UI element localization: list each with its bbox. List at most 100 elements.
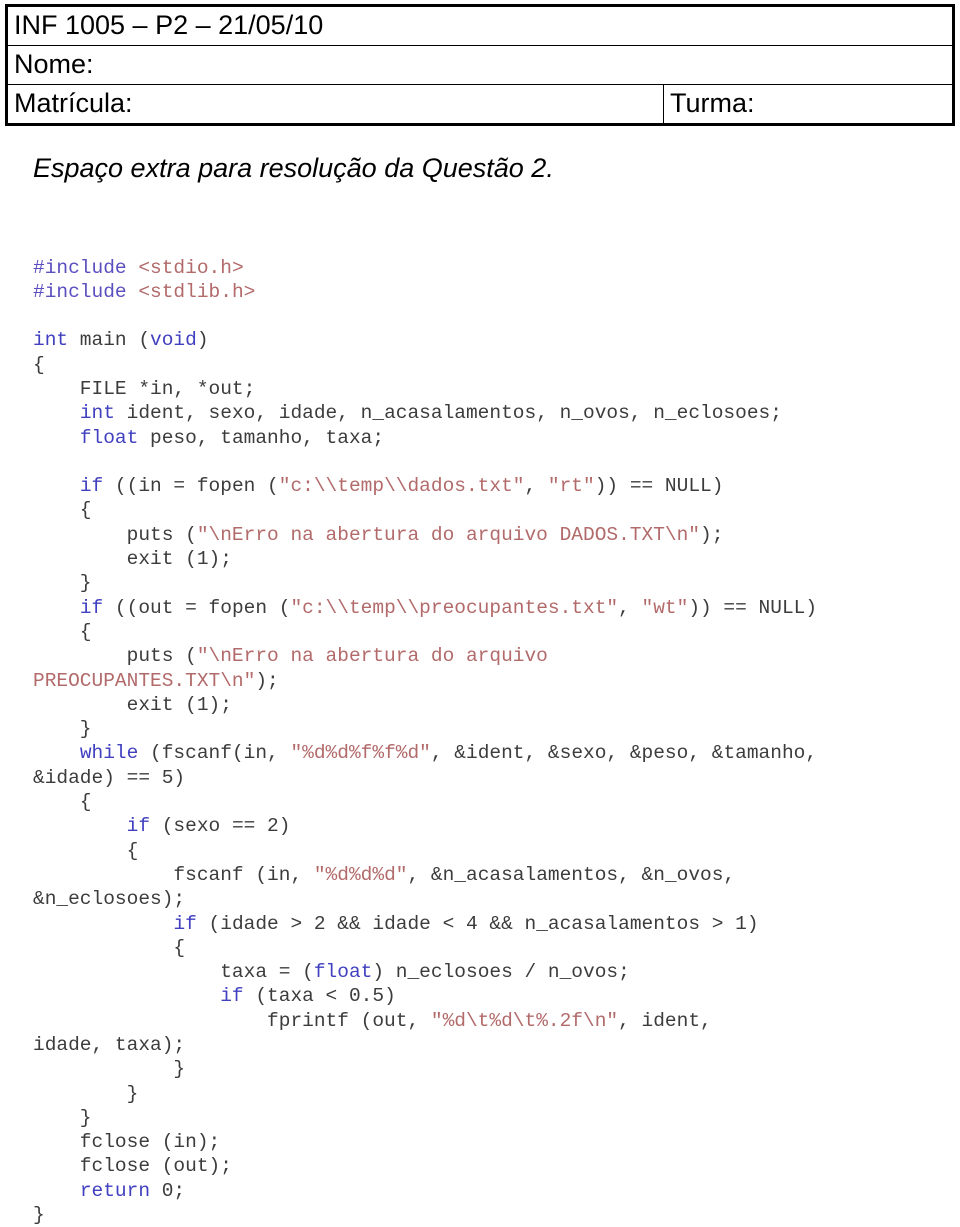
name-field-cell[interactable]: Nome: — [7, 46, 954, 85]
code-line: { — [33, 353, 953, 377]
code-token: } — [33, 1058, 185, 1080]
code-line: while (fscanf(in, "%d%d%f%f%d", &ident, … — [33, 741, 953, 765]
table-row-name: Nome: — [7, 46, 954, 85]
code-token: <stdio.h> — [138, 257, 243, 279]
code-token: while — [80, 742, 139, 764]
code-line: } — [33, 571, 953, 595]
code-token — [33, 597, 80, 619]
code-token: (fscanf(in, — [138, 742, 290, 764]
code-token: if — [173, 913, 196, 935]
code-token: int — [80, 402, 115, 424]
code-token: idade, taxa); — [33, 1034, 185, 1056]
code-token: "\nErro na abertura do arquivo DADOS.TXT… — [197, 524, 700, 546]
code-token: "%d%d%d" — [314, 864, 408, 886]
code-line: } — [33, 1082, 953, 1106]
code-line: fscanf (in, "%d%d%d", &n_acasalamentos, … — [33, 863, 953, 887]
code-token — [33, 475, 80, 497]
code-line: exit (1); — [33, 547, 953, 571]
code-token: "%d%d%f%f%d" — [290, 742, 430, 764]
code-token — [33, 913, 173, 935]
code-line: if (taxa < 0.5) — [33, 984, 953, 1008]
code-line: &n_eclosoes); — [33, 887, 953, 911]
code-line: } — [33, 1106, 953, 1130]
class-field-cell[interactable]: Turma: — [664, 85, 954, 125]
exam-header-table: INF 1005 – P2 – 21/05/10 Nome: Matrícula… — [5, 4, 955, 126]
code-token: #include — [33, 281, 138, 303]
code-token: "wt" — [642, 597, 689, 619]
code-token: (idade > 2 && idade < 4 && n_acasalament… — [197, 913, 759, 935]
code-token: ) n_eclosoes / n_ovos; — [372, 961, 629, 983]
code-line: } — [33, 1203, 953, 1227]
code-line: { — [33, 790, 953, 814]
code-token: ); — [700, 524, 723, 546]
table-row-registration-class: Matrícula: Turma: — [7, 85, 954, 125]
code-line: taxa = (float) n_eclosoes / n_ovos; — [33, 960, 953, 984]
code-line: puts ("\nErro na abertura do arquivo — [33, 644, 953, 668]
code-token: , &n_acasalamentos, &n_ovos, — [407, 864, 735, 886]
source-code-listing: #include <stdio.h> #include <stdlib.h> i… — [33, 256, 953, 1227]
code-line: { — [33, 936, 953, 960]
code-token: float — [314, 961, 373, 983]
exam-title-cell: INF 1005 – P2 – 21/05/10 — [7, 6, 954, 46]
code-line: if (sexo == 2) — [33, 814, 953, 838]
section-heading: Espaço extra para resolução da Questão 2… — [33, 152, 554, 184]
code-token: #include — [33, 257, 138, 279]
code-token: fprintf (out, — [33, 1010, 431, 1032]
code-line: exit (1); — [33, 693, 953, 717]
code-token: taxa = ( — [33, 961, 314, 983]
code-line: puts ("\nErro na abertura do arquivo DAD… — [33, 523, 953, 547]
code-line: float peso, tamanho, taxa; — [33, 426, 953, 450]
code-token: { — [33, 499, 92, 521]
registration-field-cell[interactable]: Matrícula: — [7, 85, 664, 125]
code-token: if — [220, 985, 243, 1007]
code-line — [33, 450, 953, 474]
code-token: 0; — [150, 1180, 185, 1202]
code-token: void — [150, 329, 197, 351]
code-line: #include <stdio.h> — [33, 256, 953, 280]
code-token: ident, sexo, idade, n_acasalamentos, n_o… — [115, 402, 782, 424]
code-token — [33, 427, 80, 449]
code-line: int main (void) — [33, 328, 953, 352]
code-token: if — [80, 475, 103, 497]
code-token: { — [33, 791, 92, 813]
code-line: fclose (in); — [33, 1130, 953, 1154]
code-token: fclose (in); — [33, 1131, 220, 1153]
code-token: PREOCUPANTES.TXT\n" — [33, 670, 255, 692]
code-token: ((out = fopen ( — [103, 597, 290, 619]
code-token: ); — [255, 670, 278, 692]
code-token: &n_eclosoes); — [33, 888, 185, 910]
code-token: { — [33, 840, 138, 862]
code-token: } — [33, 1083, 138, 1105]
code-token: peso, tamanho, taxa; — [138, 427, 384, 449]
code-token — [33, 815, 127, 837]
code-token: } — [33, 718, 92, 740]
code-token: } — [33, 572, 92, 594]
code-token — [33, 742, 80, 764]
code-line: int ident, sexo, idade, n_acasalamentos,… — [33, 401, 953, 425]
code-token: float — [80, 427, 139, 449]
code-token: puts ( — [33, 524, 197, 546]
code-line: #include <stdlib.h> — [33, 280, 953, 304]
code-line: { — [33, 498, 953, 522]
code-token: , — [618, 597, 641, 619]
code-token: "rt" — [548, 475, 595, 497]
code-token: puts ( — [33, 645, 197, 667]
code-token: ((in = fopen ( — [103, 475, 279, 497]
code-line: } — [33, 717, 953, 741]
code-token: <stdlib.h> — [138, 281, 255, 303]
code-line: if ((out = fopen ("c:\\temp\\preocupante… — [33, 596, 953, 620]
code-token: if — [80, 597, 103, 619]
code-token: , &ident, &sexo, &peso, &tamanho, — [431, 742, 817, 764]
code-token: ) — [197, 329, 209, 351]
code-token: main ( — [68, 329, 150, 351]
code-token: { — [33, 354, 45, 376]
code-line: } — [33, 1057, 953, 1081]
code-token: &idade) == 5) — [33, 767, 185, 789]
code-line: return 0; — [33, 1179, 953, 1203]
code-token: fclose (out); — [33, 1155, 232, 1177]
code-token: exit (1); — [33, 548, 232, 570]
code-token: FILE *in, *out; — [33, 378, 255, 400]
code-line: idade, taxa); — [33, 1033, 953, 1057]
code-line — [33, 304, 953, 328]
code-line: PREOCUPANTES.TXT\n"); — [33, 669, 953, 693]
